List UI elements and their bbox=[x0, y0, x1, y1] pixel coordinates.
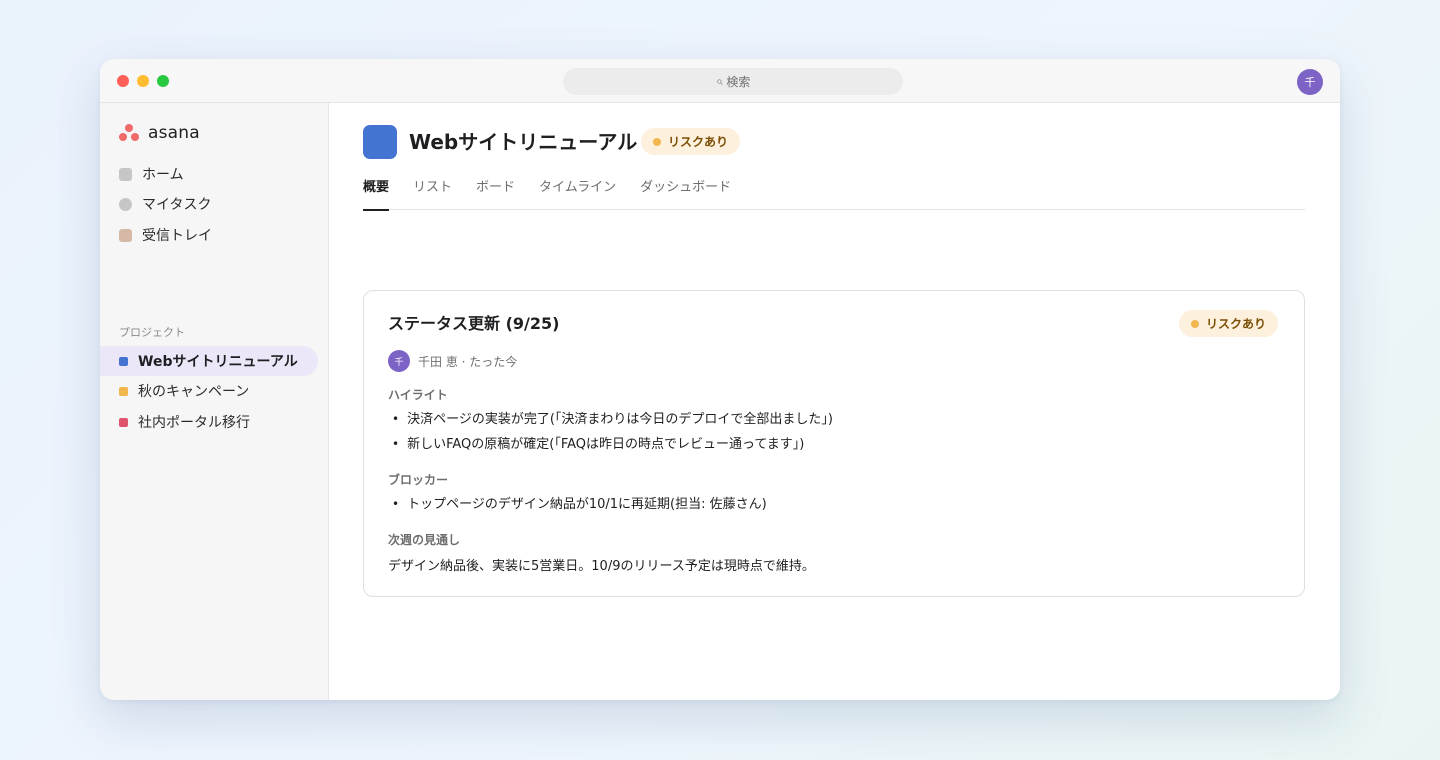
home-icon bbox=[119, 167, 132, 181]
tab-timeline[interactable]: タイムライン bbox=[539, 177, 616, 210]
close-window-button[interactable] bbox=[117, 75, 129, 87]
project-tabs: 概要 リスト ボード タイムライン ダッシュボード bbox=[363, 177, 1305, 211]
project-title: Webサイトリニューアル bbox=[409, 130, 638, 154]
main-content: Webサイトリニューアル リスクあり 概要 リスト ボード タイムライン ダッシ… bbox=[329, 103, 1340, 700]
project-color-dot bbox=[119, 356, 128, 366]
sidebar-project-portal-migration[interactable]: 社内ポータル移行 bbox=[100, 407, 318, 437]
title-bar: ⌕ 検索 千 bbox=[100, 59, 1340, 103]
author-row: 千 千田 恵 · たった今 bbox=[388, 350, 517, 372]
status-update-badge: リスクあり bbox=[1179, 310, 1279, 337]
status-badge-label: リスクあり bbox=[1206, 317, 1267, 331]
highlights-heading: ハイライト bbox=[388, 388, 448, 402]
project-color-dot bbox=[119, 417, 128, 427]
sidebar: asana ホーム マイタスク 受信トレイ プロジェクト Webサイトリニューア… bbox=[100, 103, 329, 700]
list-item: 決済ページの実装が完了(「決済まわりは今日のデプロイで全部出ました」) bbox=[392, 407, 833, 432]
project-status-badge[interactable]: リスクあり bbox=[641, 128, 741, 155]
sidebar-item-label: マイタスク bbox=[142, 197, 212, 213]
tab-dashboard[interactable]: ダッシュボード bbox=[640, 177, 731, 210]
author-avatar[interactable]: 千 bbox=[388, 350, 410, 372]
project-label: 秋のキャンペーン bbox=[138, 384, 250, 400]
search-icon: ⌕ bbox=[715, 74, 723, 88]
sidebar-item-label: ホーム bbox=[142, 167, 184, 183]
author-line: 千田 恵 · たった今 bbox=[418, 354, 518, 369]
status-update-title: ステータス更新 (9/25) bbox=[388, 314, 560, 333]
sidebar-item-inbox[interactable]: 受信トレイ bbox=[119, 223, 212, 247]
highlights-list: 決済ページの実装が完了(「決済まわりは今日のデプロイで全部出ました」) 新しいF… bbox=[392, 407, 833, 457]
outlook-heading: 次週の見通し bbox=[388, 533, 461, 547]
project-color-dot bbox=[119, 386, 128, 396]
blockers-list: トップページのデザイン納品が10/1に再延期(担当: 佐藤さん) bbox=[392, 492, 767, 517]
tab-list[interactable]: リスト bbox=[413, 177, 452, 210]
sidebar-item-home[interactable]: ホーム bbox=[119, 162, 184, 186]
status-dot-icon bbox=[653, 137, 661, 146]
status-badge-label: リスクあり bbox=[668, 135, 729, 149]
project-label: 社内ポータル移行 bbox=[138, 415, 250, 431]
blockers-heading: ブロッカー bbox=[388, 473, 449, 487]
asana-logo-icon bbox=[119, 124, 139, 142]
user-avatar[interactable]: 千 bbox=[1297, 69, 1323, 95]
sidebar-item-my-tasks[interactable]: マイタスク bbox=[119, 192, 211, 216]
list-item: 新しいFAQの原稿が確定(「FAQは昨日の時点でレビュー通ってます」) bbox=[392, 432, 833, 457]
tab-overview[interactable]: 概要 bbox=[363, 177, 390, 211]
minimize-window-button[interactable] bbox=[137, 75, 149, 87]
status-dot-icon bbox=[1191, 319, 1199, 328]
projects-section-label: プロジェクト bbox=[119, 326, 185, 339]
sidebar-item-label: 受信トレイ bbox=[142, 228, 212, 244]
search-placeholder: 検索 bbox=[726, 75, 751, 89]
sidebar-project-autumn-campaign[interactable]: 秋のキャンペーン bbox=[100, 376, 318, 406]
status-update-card: ステータス更新 (9/25) リスクあり 千 千田 恵 · たった今 ハイライト… bbox=[363, 290, 1305, 597]
sidebar-project-website-renewal[interactable]: Webサイトリニューアル bbox=[100, 346, 318, 376]
search-bar[interactable]: ⌕ 検索 bbox=[563, 68, 903, 95]
outlook-text: デザイン納品後、実装に5営業日。10/9のリリース予定は現時点で維持。 bbox=[388, 559, 815, 574]
asana-logo[interactable]: asana bbox=[119, 123, 200, 143]
list-item: トップページのデザイン納品が10/1に再延期(担当: 佐藤さん) bbox=[392, 492, 767, 517]
logo-text: asana bbox=[148, 123, 200, 143]
app-window: ⌕ 検索 千 asana ホーム マイタスク 受信トレイ プロジェクト Webサ… bbox=[100, 59, 1340, 700]
check-circle-icon bbox=[119, 197, 132, 211]
project-label: Webサイトリニューアル bbox=[138, 354, 298, 370]
tab-board[interactable]: ボード bbox=[476, 177, 515, 210]
project-icon bbox=[363, 125, 397, 159]
zoom-window-button[interactable] bbox=[157, 75, 169, 87]
inbox-icon bbox=[119, 228, 132, 242]
